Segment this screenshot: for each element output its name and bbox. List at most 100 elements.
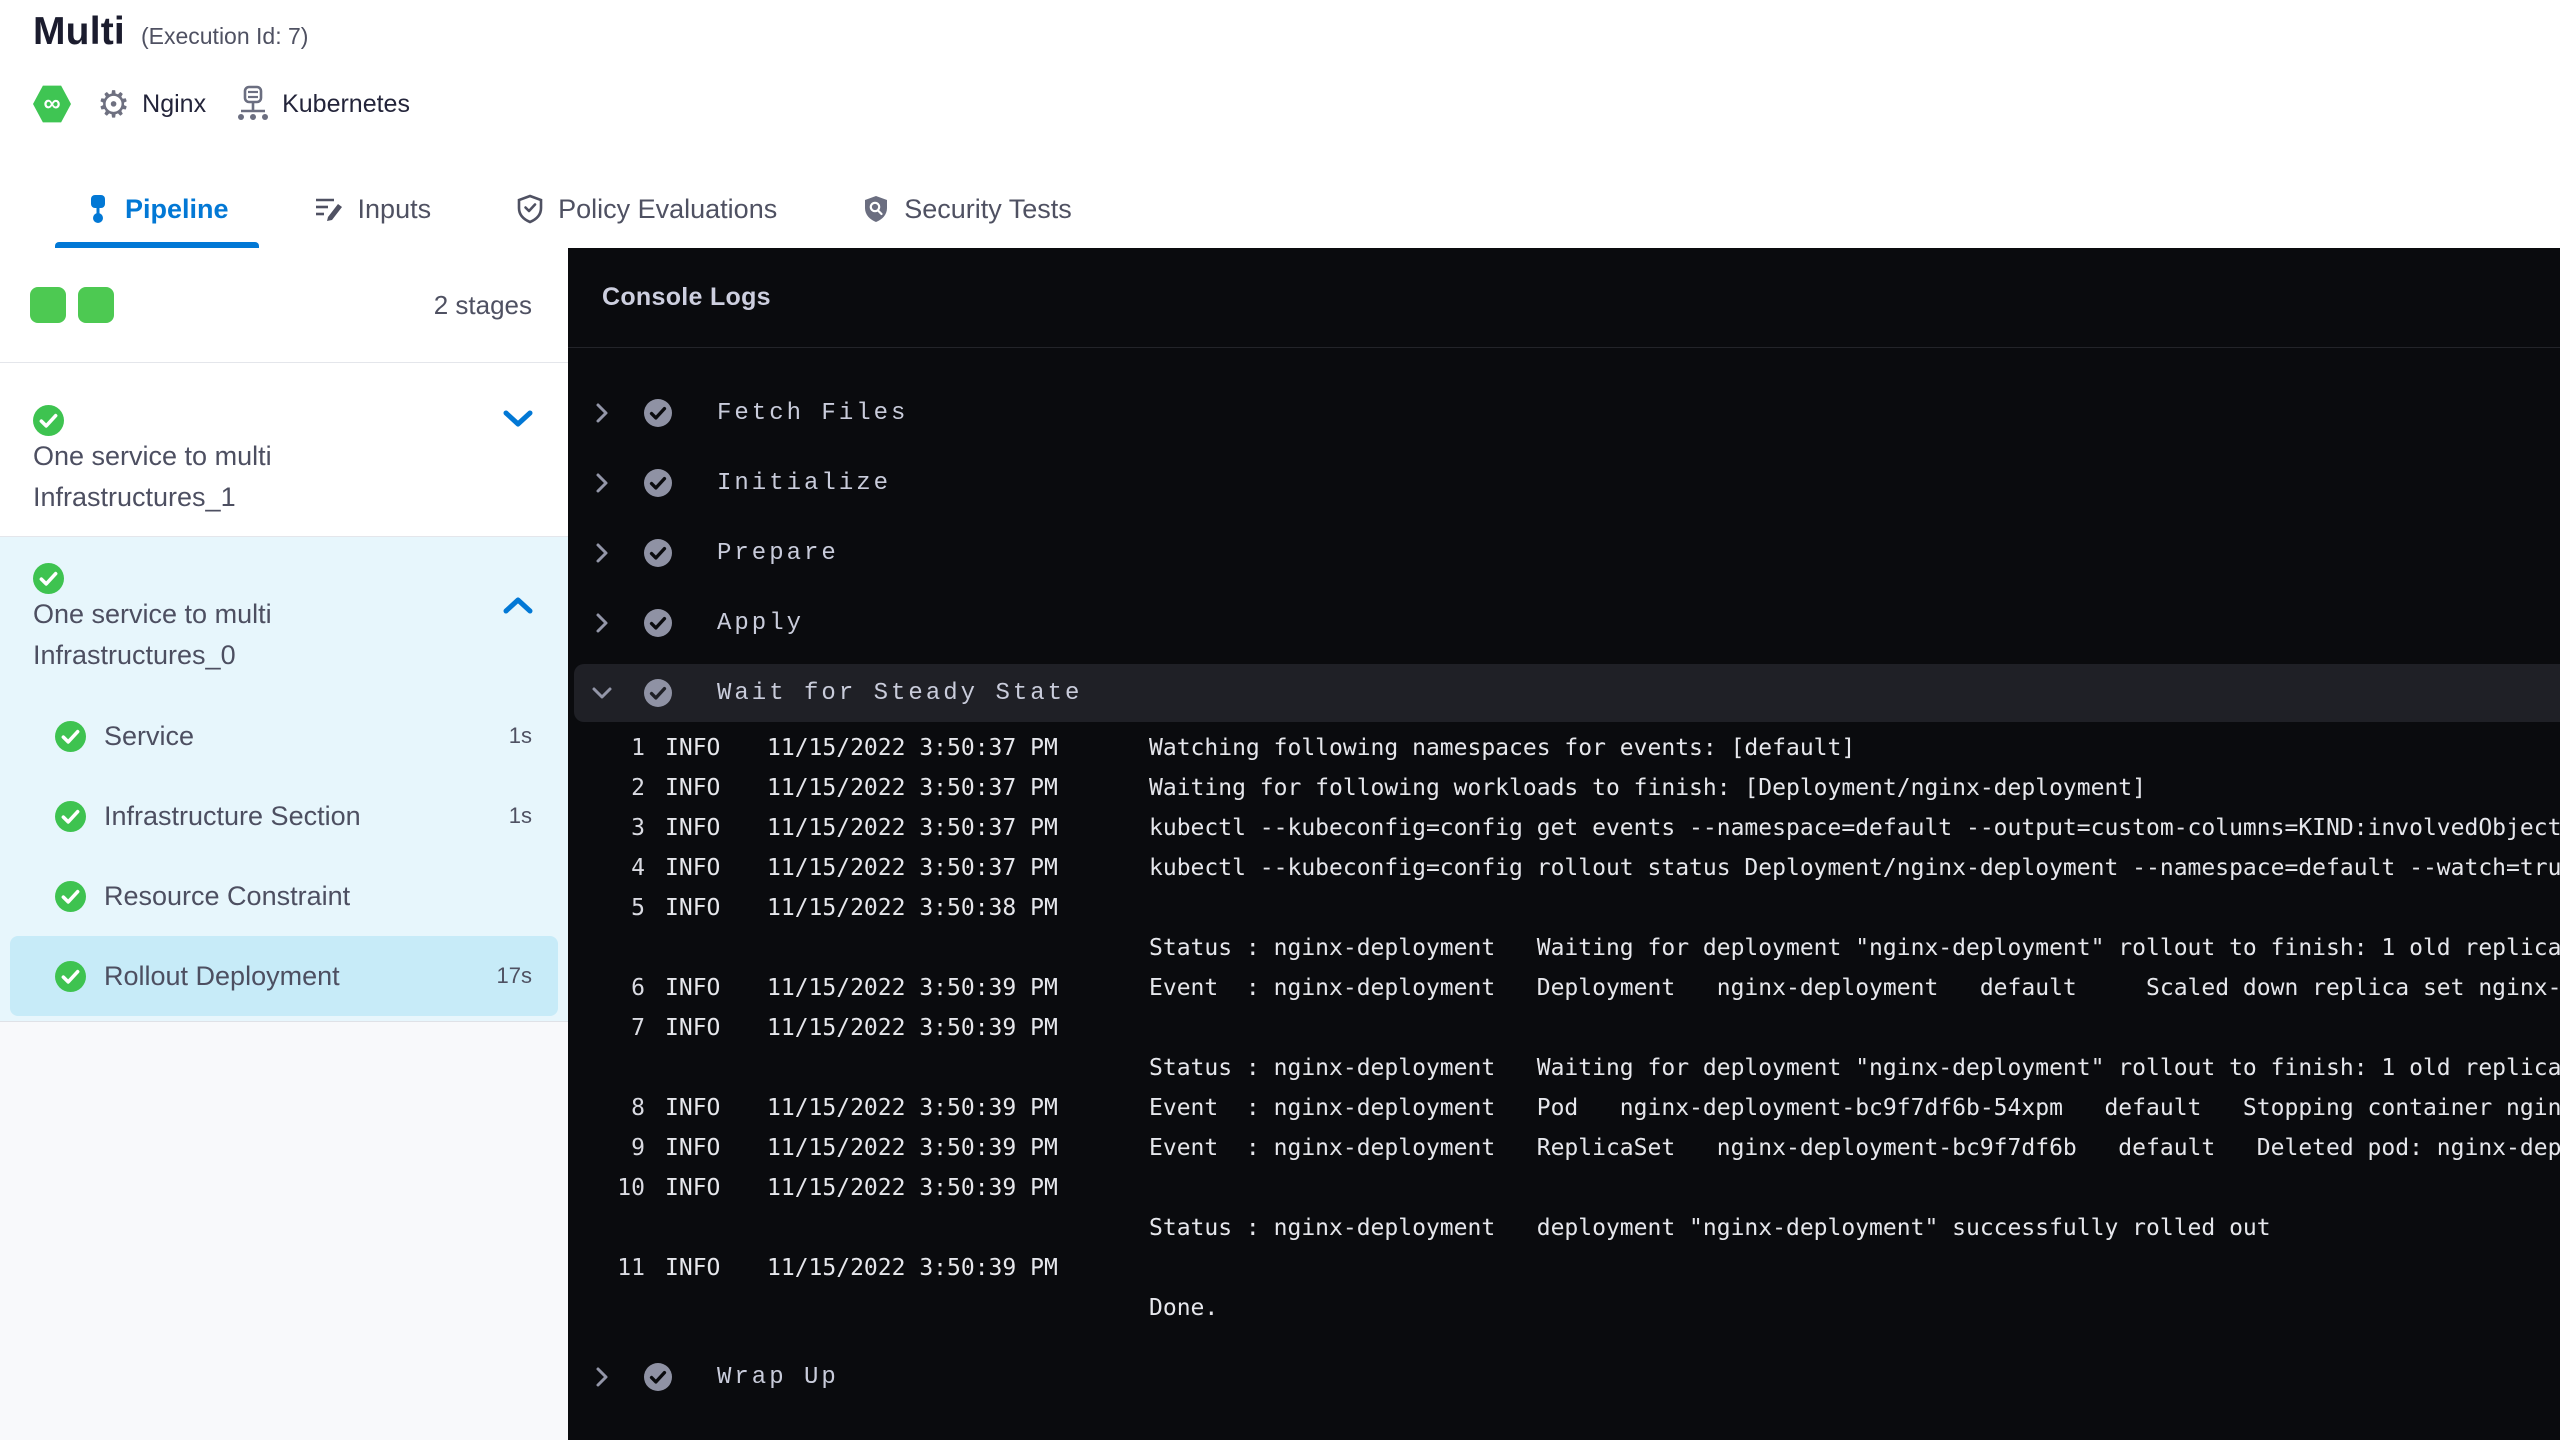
log-line: 9 INFO 11/15/2022 3:50:39 PM Event : nginx-… <box>568 1128 2560 1168</box>
log-line: Done. <box>568 1288 2560 1328</box>
log-timestamp: 11/15/2022 3:50:38 PM <box>767 895 1058 921</box>
log-line: Status : nginx-deployment deployment "ng… <box>568 1208 2560 1248</box>
log-line-number: 1 <box>631 735 645 761</box>
pipeline-icon <box>85 194 111 224</box>
console-step-fetch-files[interactable]: Fetch Files <box>568 378 2560 448</box>
console-step-apply[interactable]: Apply <box>568 588 2560 658</box>
shield-check-icon <box>516 194 544 224</box>
chevron-right-icon[interactable] <box>590 1365 614 1389</box>
chevron-right-icon[interactable] <box>590 401 614 425</box>
log-timestamp: 11/15/2022 3:50:37 PM <box>767 775 1058 801</box>
service-label: Nginx <box>142 89 207 118</box>
success-check-icon <box>55 720 86 752</box>
console-step-initialize[interactable]: Initialize <box>568 448 2560 518</box>
log-message: Event : nginx-deployment Pod nginx-deplo… <box>1149 1095 2560 1121</box>
log-line-number: 2 <box>631 775 645 801</box>
step-success-check-icon <box>644 679 672 707</box>
chevron-right-icon[interactable] <box>590 611 614 635</box>
log-level: INFO <box>665 1255 721 1281</box>
step-rollout-deployment[interactable]: Rollout Deployment 17s <box>10 936 558 1016</box>
chevron-down-icon[interactable] <box>590 686 614 700</box>
step-success-check-icon <box>644 539 672 567</box>
step-service[interactable]: Service 1s <box>0 696 568 776</box>
log-timestamp: 11/15/2022 3:50:39 PM <box>767 1175 1058 1201</box>
log-line-number: 4 <box>631 855 645 881</box>
log-level: INFO <box>665 895 721 921</box>
pipeline-sidebar: 2 stages One service to multi Infrastruc… <box>0 248 568 1440</box>
stage-name: One service to multi Infrastructures_0 <box>33 563 373 676</box>
log-level: INFO <box>665 815 721 841</box>
log-level: INFO <box>665 1095 721 1121</box>
log-message: Waiting for following workloads to finis… <box>1149 775 2146 801</box>
chevron-right-icon[interactable] <box>590 541 614 565</box>
log-level: INFO <box>665 1015 721 1041</box>
chevron-right-icon[interactable] <box>590 471 614 495</box>
log-line: 8 INFO 11/15/2022 3:50:39 PM Event : nginx-… <box>568 1088 2560 1128</box>
execution-meta-row: ∞ ⚙ Nginx Kubernetes <box>33 78 410 130</box>
stage-status-square-icon <box>78 287 114 323</box>
log-line: 10 INFO 11/15/2022 3:50:39 PM <box>568 1168 2560 1208</box>
title-row: Multi (Execution Id: 7) <box>33 10 308 54</box>
log-timestamp: 11/15/2022 3:50:39 PM <box>767 1135 1058 1161</box>
console-title: Console Logs <box>602 283 771 311</box>
tab-inputs[interactable]: Inputs <box>284 170 462 248</box>
stage-item-infrastructures-1[interactable]: One service to multi Infrastructures_1 <box>0 363 568 537</box>
step-infrastructure-section[interactable]: Infrastructure Section 1s <box>0 776 568 856</box>
log-level: INFO <box>665 1135 721 1161</box>
step-duration: 17s <box>496 963 532 988</box>
console-body: Fetch Files Initialize Prepare Apply Wai… <box>568 348 2560 1412</box>
step-success-check-icon <box>644 399 672 427</box>
log-timestamp: 11/15/2022 3:50:37 PM <box>767 855 1058 881</box>
log-line: Status : nginx-deployment Waiting for de… <box>568 928 2560 968</box>
stage-count: 2 stages <box>433 289 532 320</box>
chevron-down-icon[interactable] <box>502 409 534 429</box>
log-timestamp: 11/15/2022 3:50:39 PM <box>767 975 1058 1001</box>
tab-label: Policy Evaluations <box>558 193 778 224</box>
success-check-icon <box>33 405 64 436</box>
console-step-label: Wait for Steady State <box>717 679 1083 707</box>
log-timestamp: 11/15/2022 3:50:39 PM <box>767 1095 1058 1121</box>
console-log-lines: 1 INFO 11/15/2022 3:50:37 PM Watching follo… <box>568 728 2560 1328</box>
success-check-icon <box>55 880 86 912</box>
step-label: Rollout Deployment <box>104 960 340 991</box>
stage-name-text: One service to multi Infrastructures_1 <box>33 441 272 512</box>
log-line-number: 6 <box>631 975 645 1001</box>
tab-security-tests[interactable]: Security Tests <box>832 170 1102 248</box>
console-step-wrap-up[interactable]: Wrap Up <box>568 1342 2560 1412</box>
log-timestamp: 11/15/2022 3:50:37 PM <box>767 735 1058 761</box>
log-line: 6 INFO 11/15/2022 3:50:39 PM Event : nginx-… <box>568 968 2560 1008</box>
tab-label: Security Tests <box>904 193 1072 224</box>
log-level: INFO <box>665 735 721 761</box>
step-label: Resource Constraint <box>104 880 351 911</box>
status-hexagon-icon: ∞ <box>33 85 71 123</box>
log-message: Event : nginx-deployment ReplicaSet ngin… <box>1149 1135 2560 1161</box>
tab-label: Inputs <box>357 193 432 224</box>
log-line-number: 8 <box>631 1095 645 1121</box>
step-list: Service 1s Infrastructure Section 1s Res… <box>0 696 568 1016</box>
chevron-up-icon[interactable] <box>502 595 534 615</box>
log-line: 3 INFO 11/15/2022 3:50:37 PM kubectl --kube… <box>568 808 2560 848</box>
console-step-prepare[interactable]: Prepare <box>568 518 2560 588</box>
tab-policy-evaluations[interactable]: Policy Evaluations <box>486 170 807 248</box>
log-line-number: 9 <box>631 1135 645 1161</box>
sidebar-empty-area <box>0 1022 568 1440</box>
log-message: kubectl --kubeconfig=config rollout stat… <box>1149 855 2560 881</box>
log-line-number: 7 <box>631 1015 645 1041</box>
success-check-icon <box>55 960 86 992</box>
step-duration: 1s <box>508 803 532 828</box>
log-line: 5 INFO 11/15/2022 3:50:38 PM <box>568 888 2560 928</box>
step-resource-constraint[interactable]: Resource Constraint <box>0 856 568 936</box>
stage-item-infrastructures-0[interactable]: One service to multi Infrastructures_0 S… <box>0 537 568 1022</box>
execution-id: (Execution Id: 7) <box>140 23 309 49</box>
step-label: Service <box>104 720 195 751</box>
console-step-wait-for-steady-state[interactable]: Wait for Steady State <box>574 664 2560 722</box>
inputs-icon <box>314 195 344 223</box>
console-step-label: Fetch Files <box>717 399 909 427</box>
log-line: 4 INFO 11/15/2022 3:50:37 PM kubectl --kube… <box>568 848 2560 888</box>
success-check-icon <box>55 800 86 832</box>
page-title: Multi <box>33 10 125 53</box>
tab-label: Pipeline <box>125 193 229 224</box>
stage-name: One service to multi Infrastructures_1 <box>33 405 373 518</box>
tab-pipeline[interactable]: Pipeline <box>55 170 259 248</box>
log-message: Watching following namespaces for events… <box>1149 735 1856 761</box>
